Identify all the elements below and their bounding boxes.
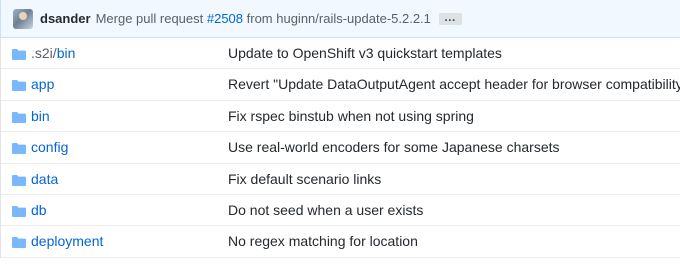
file-name-path-prefix: .s2i/	[31, 45, 57, 61]
file-browser: dsander Merge pull request #2508 from hu…	[0, 0, 680, 264]
file-commit-message[interactable]: Revert "Update DataOutputAgent accept he…	[228, 76, 680, 92]
latest-commit-bar: dsander Merge pull request #2508 from hu…	[0, 0, 680, 38]
file-row: config Use real-world encoders for some …	[1, 132, 680, 164]
commit-message-suffix: from huginn/rails-update-5.2.2.1	[243, 11, 431, 26]
file-name-link[interactable]: bin	[31, 108, 50, 124]
folder-icon	[12, 174, 26, 186]
file-row: deployment No regex matching for locatio…	[1, 226, 680, 258]
expand-commit-button[interactable]: …	[438, 11, 462, 25]
pull-request-link[interactable]: #2508	[207, 11, 243, 26]
file-commit-message[interactable]: Do not seed when a user exists	[228, 202, 423, 218]
file-list: .s2i/bin Update to OpenShift v3 quicksta…	[0, 38, 680, 258]
file-row: bin Fix rspec binstub when not using spr…	[1, 101, 680, 133]
folder-icon	[12, 205, 26, 217]
file-row: .s2i/bin Update to OpenShift v3 quicksta…	[1, 38, 680, 70]
file-name-text: bin	[56, 45, 76, 61]
file-name-link[interactable]: .s2i/bin	[31, 45, 75, 61]
file-name-link[interactable]: data	[31, 171, 58, 187]
file-commit-message[interactable]: Update to OpenShift v3 quickstart templa…	[228, 45, 502, 61]
file-commit-message[interactable]: Fix default scenario links	[228, 171, 381, 187]
file-commit-message[interactable]: Use real-world encoders for some Japanes…	[228, 139, 560, 155]
file-name-link[interactable]: deployment	[31, 233, 103, 249]
file-name-link[interactable]: db	[31, 202, 47, 218]
folder-icon	[12, 237, 26, 249]
file-row: db Do not seed when a user exists	[1, 195, 680, 227]
file-row: data Fix default scenario links	[1, 164, 680, 195]
folder-icon	[12, 80, 26, 92]
file-commit-message[interactable]: Fix rspec binstub when not using spring	[228, 108, 474, 124]
commit-message: Merge pull request #2508 from huginn/rai…	[96, 11, 431, 26]
commit-message-prefix: Merge pull request	[95, 11, 207, 26]
folder-icon	[12, 143, 26, 155]
folder-icon	[12, 49, 26, 60]
file-name-link[interactable]: config	[31, 139, 68, 155]
folder-icon	[12, 111, 26, 123]
file-name-link[interactable]: app	[31, 76, 54, 92]
file-commit-message[interactable]: No regex matching for location	[228, 233, 418, 249]
commit-author-link[interactable]: dsander	[40, 11, 91, 26]
file-row: app Revert "Update DataOutputAgent accep…	[1, 69, 680, 101]
avatar[interactable]	[13, 8, 33, 29]
